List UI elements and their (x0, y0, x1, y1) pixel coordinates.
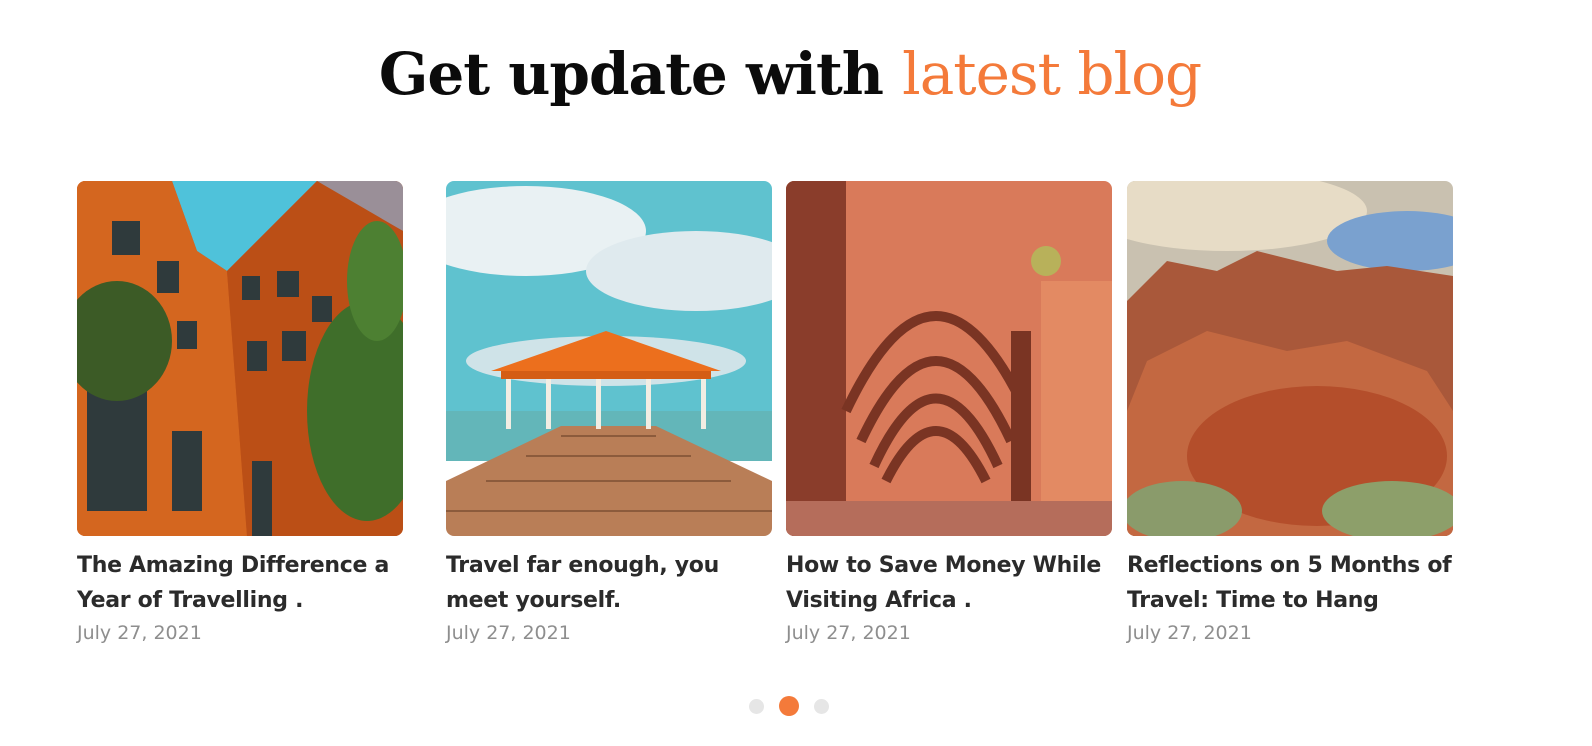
blog-card-title[interactable]: How to Save Money While Visiting Africa … (786, 548, 1112, 618)
blog-card: Reflections on 5 Months of Travel: Time … (1127, 181, 1453, 644)
blog-card: How to Save Money While Visiting Africa … (786, 181, 1112, 644)
heading-accent: latest blog (902, 40, 1202, 108)
blog-card: The Amazing Difference a Year of Travell… (77, 181, 403, 644)
section-heading: Get update with latest blog (0, 40, 1580, 108)
pagination-dot[interactable] (749, 699, 764, 714)
pagination-dot-active[interactable] (779, 696, 799, 716)
blog-card-date: July 27, 2021 (1127, 622, 1252, 644)
blog-card-image[interactable] (446, 181, 772, 536)
blog-card-date: July 27, 2021 (786, 622, 911, 644)
arched-portico-street-photo (786, 181, 1112, 536)
blog-card-date: July 27, 2021 (77, 622, 202, 644)
blog-card-image[interactable] (786, 181, 1112, 536)
blog-card-date: July 27, 2021 (446, 622, 571, 644)
blog-card-title[interactable]: The Amazing Difference a Year of Travell… (77, 548, 403, 618)
blog-card: Travel far enough, you meet yourself. Ju… (446, 181, 772, 644)
blog-card-image[interactable] (1127, 181, 1453, 536)
red-rock-canyon-photo (1127, 181, 1453, 536)
blog-card-title[interactable]: Reflections on 5 Months of Travel: Time … (1127, 548, 1453, 618)
blog-card-title[interactable]: Travel far enough, you meet yourself. (446, 548, 772, 618)
heading-main: Get update with (378, 40, 884, 108)
pier-gazebo-sea-photo (446, 181, 772, 536)
orange-building-courtyard-photo (77, 181, 403, 536)
pagination-dot[interactable] (814, 699, 829, 714)
blog-card-image[interactable] (77, 181, 403, 536)
